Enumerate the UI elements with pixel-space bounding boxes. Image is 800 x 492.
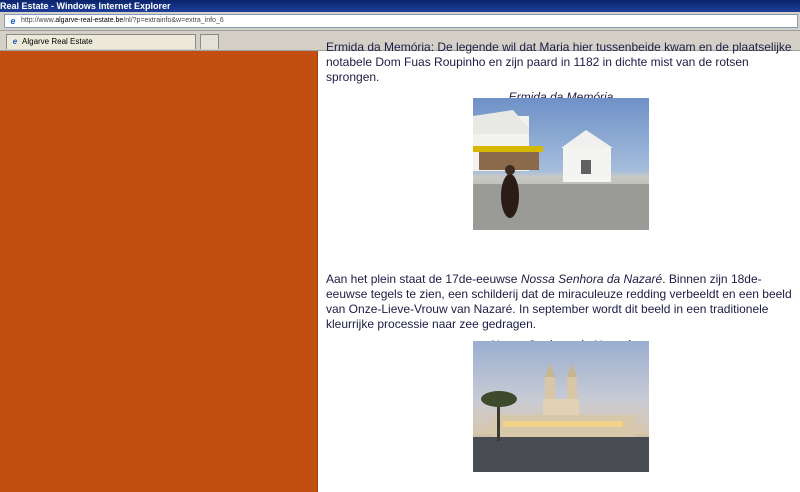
window-title: Real Estate - Windows Internet Explorer [0, 1, 171, 11]
paragraph2-start: Aan het plein staat de 17de-eeuwse [326, 272, 521, 286]
tab-algarve-real-estate[interactable]: e Algarve Real Estate [6, 34, 196, 49]
photo-ermida [473, 98, 649, 230]
address-url: http://www.algarve-real-estate.be/nl/?p=… [21, 15, 224, 27]
url-domain: algarve-real-estate.be [55, 17, 124, 24]
ie-page-icon: e [10, 16, 16, 26]
url-suffix: /nl/?p=extrainfo&w=extra_info_6 [123, 17, 224, 24]
paragraph2-church-name: Nossa Senhora da Nazaré [520, 272, 663, 286]
chapel-image [473, 110, 649, 230]
paragraph-nossa-senhora: Aan het plein staat de 17de-eeuwse Nossa… [326, 272, 796, 332]
window-title-bar: Real Estate - Windows Internet Explorer [0, 0, 800, 12]
url-prefix: http://www. [21, 17, 56, 24]
church-image [473, 363, 649, 472]
new-tab-button[interactable] [200, 34, 219, 49]
sidebar-panel [0, 51, 318, 492]
ie-tab-icon: e [12, 37, 18, 46]
paragraph-ermida: Ermida da Memória: De legende wil dat Ma… [326, 40, 792, 84]
address-bar: e http://www.algarve-real-estate.be/nl/?p… [0, 12, 800, 31]
tab-label: Algarve Real Estate [22, 37, 93, 46]
address-input[interactable]: e http://www.algarve-real-estate.be/nl/?p… [4, 14, 798, 28]
photo-nossa-senhora [473, 341, 649, 472]
